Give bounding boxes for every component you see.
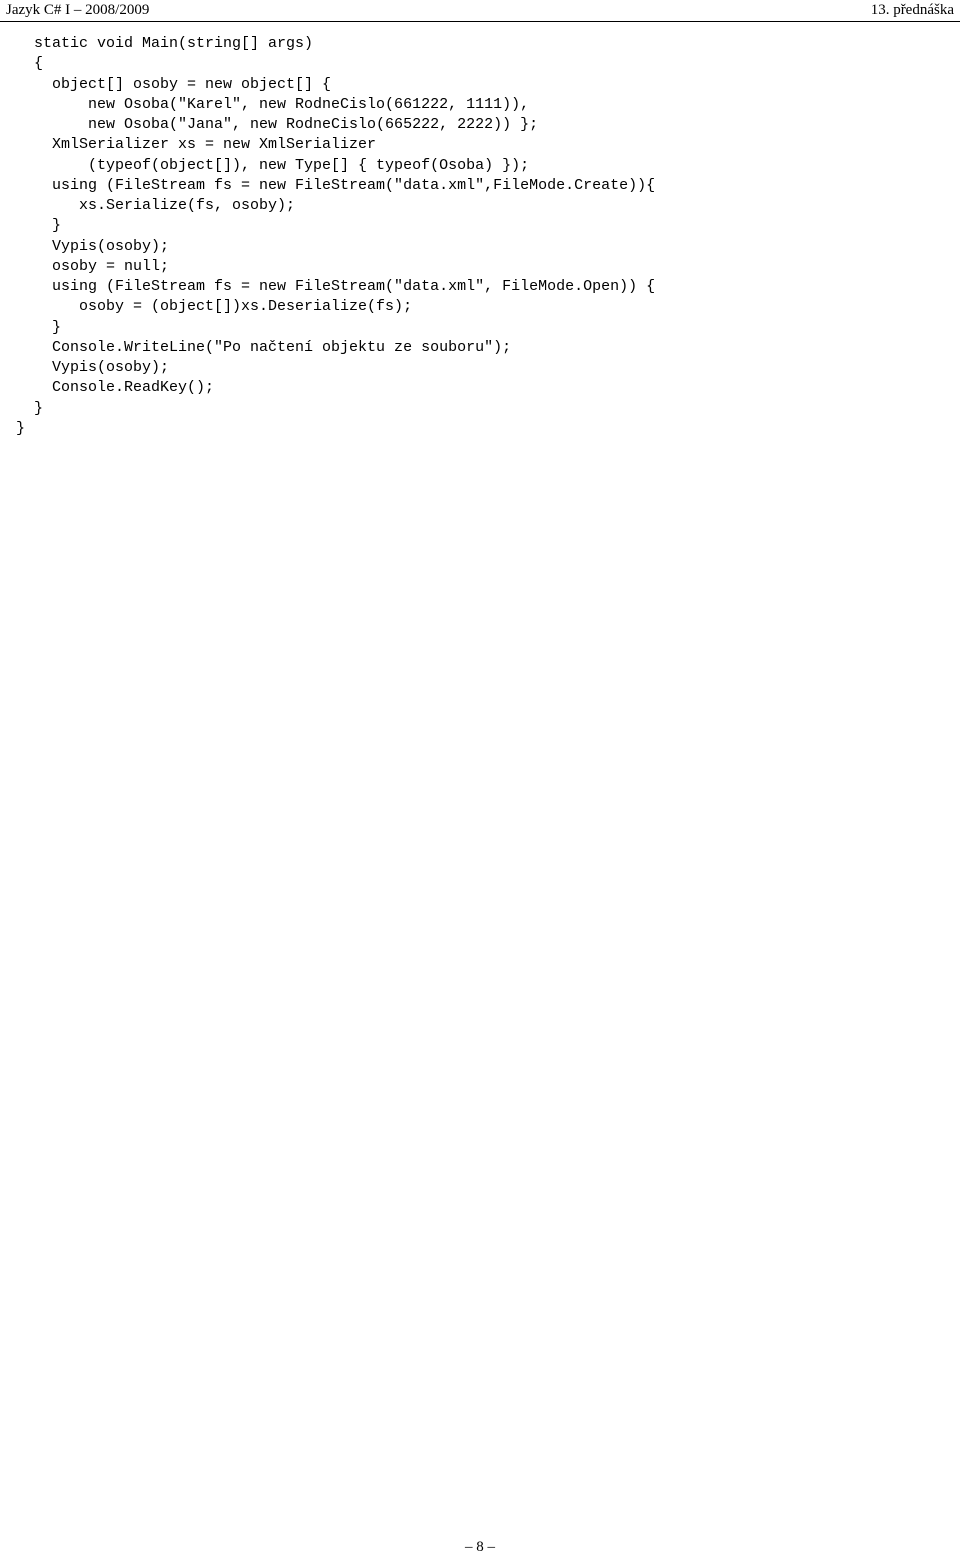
header-right: 13. přednáška (871, 2, 954, 19)
header-left: Jazyk C# I – 2008/2009 (6, 2, 149, 19)
page-number: – 8 – (465, 1539, 495, 1555)
code-block: static void Main(string[] args) { object… (16, 34, 944, 439)
page-header: Jazyk C# I – 2008/2009 13. přednáška (0, 0, 960, 22)
page-footer: – 8 – (0, 439, 960, 1556)
page-content: static void Main(string[] args) { object… (0, 22, 960, 439)
